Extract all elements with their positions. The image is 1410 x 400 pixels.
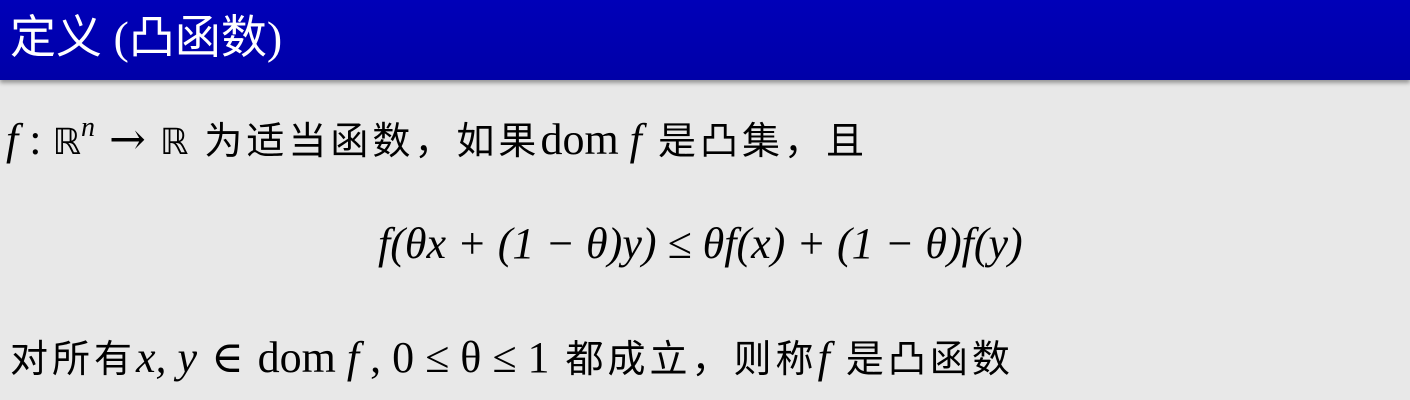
- maps-to-arrow: →: [94, 114, 160, 165]
- definition-header: 定义 (凸函数): [0, 0, 1410, 80]
- dom-operator-2: dom: [257, 333, 336, 382]
- domain-set: ℝ: [52, 122, 81, 163]
- function-symbol-2: f: [618, 115, 642, 164]
- codomain-set: ℝ: [159, 122, 189, 163]
- element-of: ∈: [197, 332, 258, 383]
- dom-operator: dom: [540, 115, 619, 164]
- theta-range: , 0 ≤ θ ≤ 1: [359, 333, 550, 382]
- function-symbol-4: f: [817, 333, 830, 382]
- definition-title: 定义 (凸函数): [10, 12, 283, 63]
- convexity-inequality: f(θx + (1 − θ)y) ≤ θf(x) + (1 − θ)f(y): [378, 219, 1023, 268]
- definition-text-a: 为适当函数，如果: [188, 119, 541, 163]
- definition-block: 定义 (凸函数) f : ℝn → ℝ 为适当函数，如果dom f 是凸集，且 …: [0, 0, 1410, 400]
- function-symbol-3: f: [335, 333, 360, 382]
- definition-text-b: 是凸集，且: [641, 119, 868, 163]
- colon: :: [18, 115, 53, 164]
- variables: x, y: [136, 333, 198, 382]
- definition-line-3: 对所有x, y ∈ dom f , 0 ≤ θ ≤ 1 都成立，则称f 是凸函数: [10, 330, 1014, 387]
- condition-text-b: 都成立，则称: [549, 337, 818, 381]
- definition-line-1: f : ℝn → ℝ 为适当函数，如果dom f 是凸集，且: [6, 100, 868, 171]
- condition-text-a: 对所有: [10, 337, 137, 381]
- function-symbol: f: [6, 115, 19, 164]
- dimension-exponent: n: [80, 112, 95, 143]
- condition-text-c: 是凸函数: [829, 337, 1014, 381]
